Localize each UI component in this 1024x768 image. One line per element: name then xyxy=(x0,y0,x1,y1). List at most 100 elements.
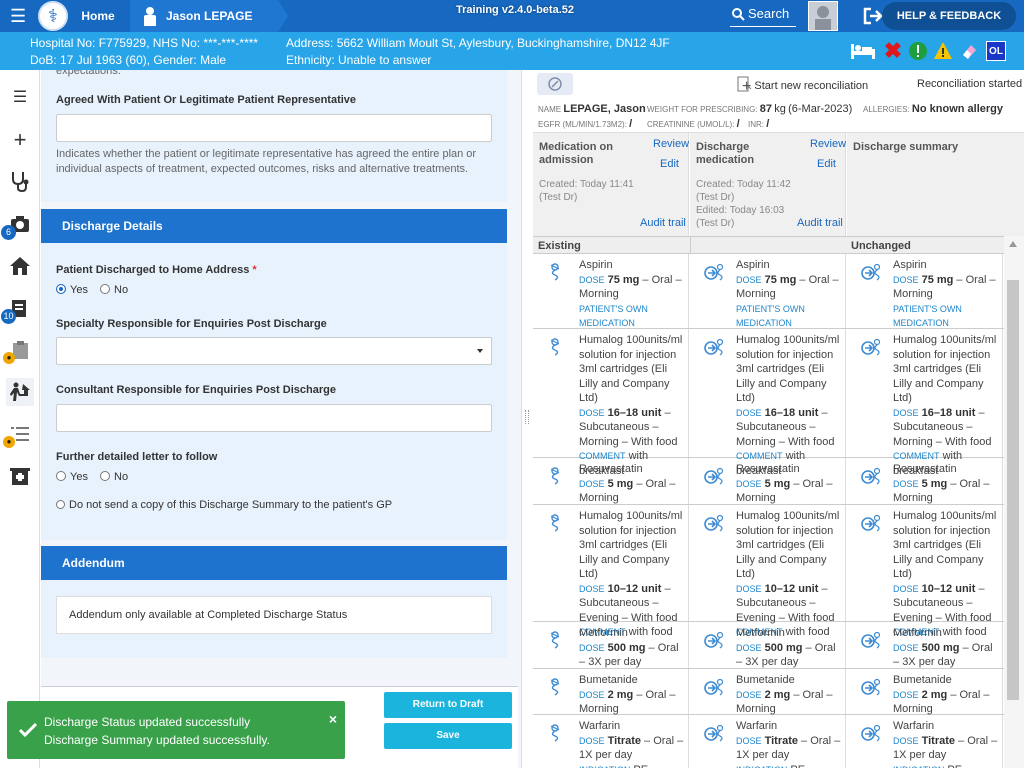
sidebar-home-icon[interactable] xyxy=(6,252,34,280)
ol-badge[interactable]: OL xyxy=(986,41,1006,61)
discharge-audit-link[interactable]: Audit trail xyxy=(797,217,843,229)
dose-key: DOSE xyxy=(579,735,605,746)
medication-row[interactable]: Humalog 100units/ml solution for injecti… xyxy=(533,505,1004,638)
link-toggle-button[interactable] xyxy=(537,73,573,95)
user-avatar[interactable] xyxy=(808,1,838,31)
route: Oral xyxy=(802,688,824,701)
warning-circle-icon[interactable] xyxy=(908,41,928,61)
search-icon xyxy=(732,8,745,21)
sidebar-stethoscope-icon[interactable] xyxy=(6,168,34,196)
close-icon[interactable]: × xyxy=(329,711,337,727)
app-logo[interactable]: ⚕ xyxy=(38,1,68,31)
medication-cell[interactable]: Bumetanide DOSE 2 mg – Oral – Morning xyxy=(690,669,846,715)
discharge-created: Created: Today 11:42 (Test Dr) Edited: Tod… xyxy=(696,179,791,229)
medication-row[interactable]: Metformin DOSE 500 mg – Oral – 3X per day… xyxy=(533,622,1004,669)
dose-value: 2 mg xyxy=(607,688,634,701)
sidebar-discharge-icon[interactable] xyxy=(6,378,34,406)
dose-key: DOSE xyxy=(893,642,919,653)
drug-icon xyxy=(550,631,560,649)
home-yes-radio[interactable]: Yes xyxy=(56,284,88,296)
drug-name: Metformin xyxy=(893,627,942,639)
medication-cell[interactable]: Warfarin DOSE Titrate – Oral – 1X per day… xyxy=(847,715,1003,768)
medication-row[interactable]: Humalog 100units/ml solution for injecti… xyxy=(533,329,1004,477)
bed-icon[interactable] xyxy=(850,41,876,61)
admission-audit-link[interactable]: Audit trail xyxy=(640,217,686,229)
no-resus-icon[interactable]: ✖ xyxy=(883,40,903,62)
dose-key: DOSE xyxy=(736,735,762,746)
discharge-edit-link[interactable]: Edit xyxy=(817,158,836,170)
addendum-header[interactable]: Addendum xyxy=(41,546,507,580)
medication-cell[interactable]: Metformin DOSE 500 mg – Oral – 3X per day xyxy=(533,622,689,668)
logout-icon[interactable] xyxy=(862,6,884,26)
sidebar-locked-clipboard-icon[interactable]: ● xyxy=(3,336,34,364)
letter-yes-radio[interactable]: Yes xyxy=(56,471,88,483)
help-feedback-button[interactable]: HELP & FEEDBACK xyxy=(882,2,1016,30)
search-button[interactable]: Search xyxy=(730,3,796,27)
scrollbar[interactable] xyxy=(1004,236,1024,768)
scroll-thumb[interactable] xyxy=(1007,280,1019,700)
consultant-input[interactable] xyxy=(56,404,492,432)
route: Oral xyxy=(657,641,679,654)
medication-cell[interactable]: Metformin DOSE 500 mg – Oral – 3X per day xyxy=(690,622,846,668)
pane-resizer[interactable] xyxy=(521,70,533,768)
patient-tab[interactable]: Jason LEPAGE xyxy=(130,0,288,32)
home-tab[interactable]: Home xyxy=(70,0,136,32)
medication-cell[interactable]: Humalog 100units/ml solution for injecti… xyxy=(847,505,1003,638)
agreed-input[interactable] xyxy=(56,114,492,142)
medication-row[interactable]: Bumetanide DOSE 2 mg – Oral – Morning Bume… xyxy=(533,669,1004,715)
medication-cell[interactable]: Humalog 100units/ml solution for injecti… xyxy=(690,505,846,638)
specialty-select[interactable] xyxy=(56,337,492,365)
medication-cell[interactable]: Aspirin DOSE 75 mg – Oral – Morning PATIEN… xyxy=(847,254,1003,328)
sidebar-list-icon[interactable]: ☰ xyxy=(6,84,34,112)
medication-cell[interactable]: Aspirin DOSE 75 mg – Oral – Morning PATIEN… xyxy=(533,254,689,328)
indication-key: INDICATION xyxy=(893,765,944,768)
medication-cell[interactable]: Rosuvastatin DOSE 5 mg – Oral – Morning xyxy=(690,458,846,504)
medication-cell[interactable]: Metformin DOSE 500 mg – Oral – 3X per day xyxy=(847,622,1003,668)
alert-triangle-icon[interactable] xyxy=(933,41,953,61)
gp-copy-checkbox[interactable]: Do not send a copy of this Discharge Sum… xyxy=(56,499,392,511)
medication-row[interactable]: Rosuvastatin DOSE 5 mg – Oral – Morning Ro… xyxy=(533,458,1004,505)
menu-icon[interactable]: ☰ xyxy=(10,6,32,26)
medication-cell[interactable]: Humalog 100units/ml solution for injecti… xyxy=(533,505,689,638)
admission-edit-link[interactable]: Edit xyxy=(660,158,679,170)
radio-icon xyxy=(100,471,110,481)
sidebar-add-icon[interactable]: + xyxy=(6,126,34,154)
drug-icon xyxy=(550,724,560,742)
medication-cell[interactable]: Warfarin DOSE Titrate – Oral – 1X per day… xyxy=(533,715,689,768)
route: Oral xyxy=(653,734,675,747)
sidebar-notes-icon[interactable]: 10 xyxy=(1,294,34,324)
medication-row[interactable]: Warfarin DOSE Titrate – Oral – 1X per day… xyxy=(533,715,1004,768)
timing: Morning – With food xyxy=(579,435,678,448)
medication-cell[interactable]: Bumetanide DOSE 2 mg – Oral – Morning xyxy=(533,669,689,715)
save-button[interactable]: Save xyxy=(384,723,512,749)
admission-review-link[interactable]: Review xyxy=(653,138,689,150)
sidebar-hospital-icon[interactable] xyxy=(6,462,34,490)
resize-grip-icon xyxy=(525,410,529,424)
medication-cell[interactable]: Humalog 100units/ml solution for injecti… xyxy=(847,329,1003,477)
dose-value: 75 mg xyxy=(921,273,954,286)
discharge-review-link[interactable]: Review xyxy=(810,138,846,150)
medication-cell[interactable]: Aspirin DOSE 75 mg – Oral – Morning PATIEN… xyxy=(690,254,846,328)
start-reconciliation-button[interactable]: + Start new reconciliation xyxy=(742,78,868,96)
dose-key: DOSE xyxy=(893,478,919,489)
medication-cell[interactable]: Rosuvastatin DOSE 5 mg – Oral – Morning xyxy=(847,458,1003,504)
sidebar-locked-list-icon[interactable]: ● xyxy=(3,420,34,448)
medication-cell[interactable]: Rosuvastatin DOSE 5 mg – Oral – Morning xyxy=(533,458,689,504)
drug-name: Humalog 100units/ml solution for injecti… xyxy=(579,334,683,404)
eraser-icon[interactable] xyxy=(959,41,979,61)
return-to-draft-button[interactable]: Return to Draft xyxy=(384,692,512,718)
route: Oral xyxy=(959,477,981,490)
patient-address: Address: 5662 William Moult St, Aylesbur… xyxy=(286,36,670,50)
medication-cell[interactable]: Humalog 100units/ml solution for injecti… xyxy=(533,329,689,477)
discharge-details-header[interactable]: Discharge Details xyxy=(41,209,507,243)
scroll-up-icon[interactable] xyxy=(1009,241,1017,247)
home-no-radio[interactable]: No xyxy=(100,284,128,296)
dose-key: DOSE xyxy=(736,583,762,594)
medication-cell[interactable]: Warfarin DOSE Titrate – Oral – 1X per day… xyxy=(690,715,846,768)
dose-value: Titrate xyxy=(607,734,641,747)
letter-no-radio[interactable]: No xyxy=(100,471,128,483)
sidebar-camera-icon[interactable]: 6 xyxy=(1,210,34,240)
medication-cell[interactable]: Humalog 100units/ml solution for injecti… xyxy=(690,329,846,477)
medication-row[interactable]: Aspirin DOSE 75 mg – Oral – Morning PATIEN… xyxy=(533,254,1004,329)
medication-cell[interactable]: Bumetanide DOSE 2 mg – Oral – Morning xyxy=(847,669,1003,715)
